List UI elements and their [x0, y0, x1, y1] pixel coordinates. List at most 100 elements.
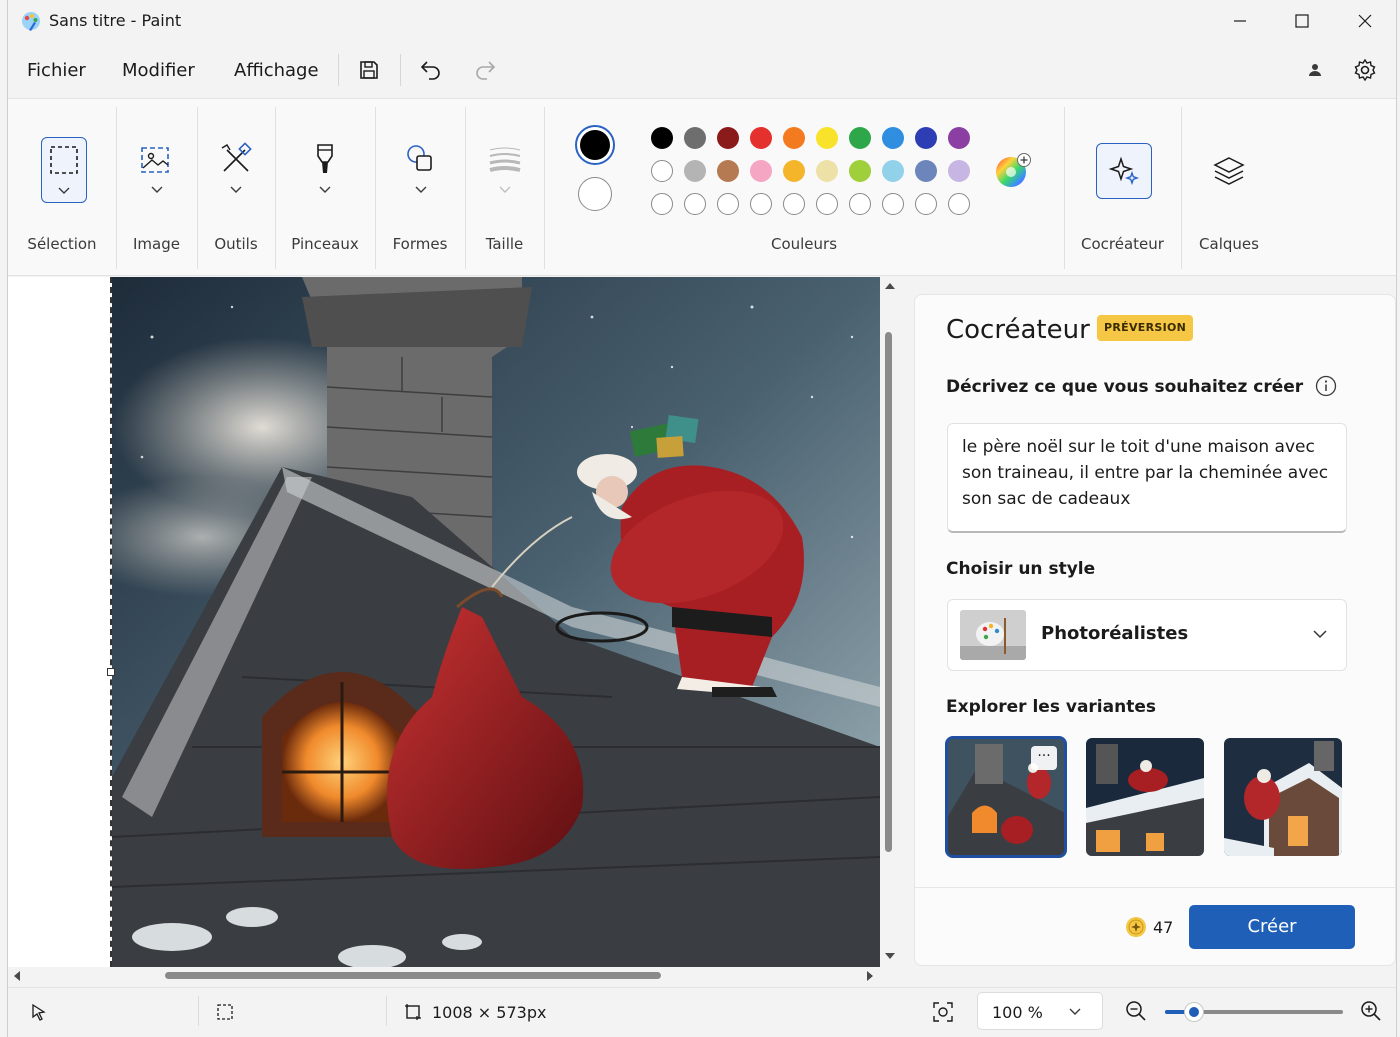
- scroll-right-icon: [867, 971, 873, 981]
- undo-button[interactable]: [415, 54, 447, 86]
- menu-separator: [338, 54, 339, 86]
- canvas-image[interactable]: [112, 277, 880, 967]
- empty-color-swatch[interactable]: [717, 193, 739, 215]
- vertical-scroll-thumb[interactable]: [885, 332, 892, 852]
- layers-button[interactable]: [1209, 151, 1249, 191]
- create-button[interactable]: Créer: [1189, 905, 1355, 949]
- color-swatch[interactable]: [915, 127, 937, 149]
- selection-tool-button[interactable]: [41, 137, 87, 203]
- empty-color-swatch[interactable]: [783, 193, 805, 215]
- close-button[interactable]: [1334, 0, 1396, 42]
- primary-color-swatch[interactable]: [575, 125, 615, 165]
- resize-handle[interactable]: [107, 668, 115, 676]
- menu-separator: [400, 54, 401, 86]
- color-swatch[interactable]: [783, 160, 805, 182]
- color-swatch[interactable]: [717, 160, 739, 182]
- zoom-in-icon[interactable]: [1360, 1000, 1382, 1022]
- empty-color-swatch[interactable]: [684, 193, 706, 215]
- ribbon-group-shapes[interactable]: Formes: [375, 99, 465, 275]
- credits-coin-icon: [1126, 917, 1146, 937]
- ribbon-group-layers[interactable]: Calques: [1181, 99, 1277, 275]
- settings-button[interactable]: [1349, 54, 1381, 86]
- canvas-blank-region[interactable]: [8, 277, 112, 967]
- color-swatch[interactable]: [882, 127, 904, 149]
- zoom-slider-thumb[interactable]: [1184, 1002, 1204, 1022]
- empty-color-swatch[interactable]: [651, 193, 673, 215]
- size-button[interactable]: [485, 139, 525, 179]
- color-swatch[interactable]: [750, 127, 772, 149]
- variant-thumbnail-1[interactable]: ···: [945, 736, 1067, 858]
- empty-color-swatch[interactable]: [849, 193, 871, 215]
- color-swatch[interactable]: [948, 127, 970, 149]
- chevron-down-icon: [415, 186, 427, 193]
- color-swatch[interactable]: [651, 127, 673, 149]
- ribbon-group-brushes[interactable]: Pinceaux: [275, 99, 375, 275]
- ribbon-group-colors: Couleurs: [544, 99, 1064, 275]
- horizontal-scroll-thumb[interactable]: [165, 972, 661, 979]
- color-swatch[interactable]: [849, 127, 871, 149]
- tools-button[interactable]: [216, 139, 256, 179]
- line-size-icon: [489, 147, 521, 172]
- shapes-button[interactable]: [400, 139, 440, 179]
- color-swatch[interactable]: [915, 160, 937, 182]
- cocreator-panel: Cocréateur PRÉVERSION Décrivez ce que vo…: [914, 294, 1396, 966]
- menu-modifier[interactable]: Modifier: [116, 58, 201, 83]
- redo-button[interactable]: [469, 54, 501, 86]
- minimize-button[interactable]: [1209, 0, 1271, 42]
- scroll-up-icon: [885, 283, 895, 289]
- zoom-out-icon[interactable]: [1125, 1000, 1147, 1022]
- color-swatch[interactable]: [849, 160, 871, 182]
- chevron-down-icon: [1313, 630, 1327, 639]
- brushes-button[interactable]: [305, 139, 345, 179]
- ribbon-group-size[interactable]: Taille: [465, 99, 544, 275]
- chevron-down-icon: [151, 186, 163, 193]
- color-swatch[interactable]: [816, 160, 838, 182]
- zoom-select[interactable]: 100 %: [977, 992, 1103, 1030]
- color-swatch[interactable]: [882, 160, 904, 182]
- variant-image-3: [1224, 738, 1342, 856]
- color-swatch[interactable]: [783, 127, 805, 149]
- style-label: Choisir un style: [946, 559, 1096, 579]
- empty-color-swatch[interactable]: [948, 193, 970, 215]
- save-icon: [360, 61, 378, 79]
- maximize-button[interactable]: [1271, 0, 1333, 42]
- account-button[interactable]: [1299, 54, 1331, 86]
- fit-to-window-icon[interactable]: [932, 1001, 954, 1023]
- color-swatch[interactable]: [816, 127, 838, 149]
- ribbon-group-selection: Sélection: [8, 99, 116, 275]
- close-icon: [1358, 14, 1372, 28]
- save-button[interactable]: [353, 54, 385, 86]
- menu-fichier[interactable]: Fichier: [21, 58, 92, 83]
- variant-thumbnail-2[interactable]: [1086, 738, 1204, 856]
- color-swatch[interactable]: [717, 127, 739, 149]
- color-swatch[interactable]: [948, 160, 970, 182]
- color-swatch[interactable]: [651, 160, 673, 182]
- empty-color-swatch[interactable]: [882, 193, 904, 215]
- edit-colors-button[interactable]: [994, 152, 1032, 190]
- variants-label: Explorer les variantes: [946, 697, 1156, 717]
- cocreator-button[interactable]: [1096, 143, 1152, 199]
- color-swatch[interactable]: [684, 160, 706, 182]
- zoom-value: 100 %: [992, 1003, 1043, 1022]
- rect-select-icon: [50, 146, 78, 174]
- color-swatch[interactable]: [750, 160, 772, 182]
- menu-affichage[interactable]: Affichage: [228, 58, 325, 83]
- color-swatch[interactable]: [684, 127, 706, 149]
- palette-thumbnail-icon: [960, 610, 1026, 660]
- variant-more-button[interactable]: ···: [1031, 746, 1057, 770]
- chevron-down-icon: [58, 187, 70, 194]
- variant-thumbnail-3[interactable]: [1224, 738, 1342, 856]
- empty-color-swatch[interactable]: [915, 193, 937, 215]
- prompt-textarea[interactable]: le père noël sur le toit d'une maison av…: [947, 423, 1347, 533]
- info-icon[interactable]: [1315, 375, 1337, 397]
- ribbon-group-tools[interactable]: Outils: [197, 99, 275, 275]
- ribbon-label-cocreator: Cocréateur: [1081, 235, 1164, 253]
- ribbon-group-image[interactable]: Image: [116, 99, 197, 275]
- empty-color-swatch[interactable]: [816, 193, 838, 215]
- style-thumbnail: [960, 610, 1026, 660]
- account-icon: [1309, 64, 1321, 76]
- style-dropdown[interactable]: Photoréalistes: [947, 599, 1347, 671]
- image-tool-button[interactable]: [136, 139, 176, 179]
- secondary-color-swatch[interactable]: [578, 177, 612, 211]
- empty-color-swatch[interactable]: [750, 193, 772, 215]
